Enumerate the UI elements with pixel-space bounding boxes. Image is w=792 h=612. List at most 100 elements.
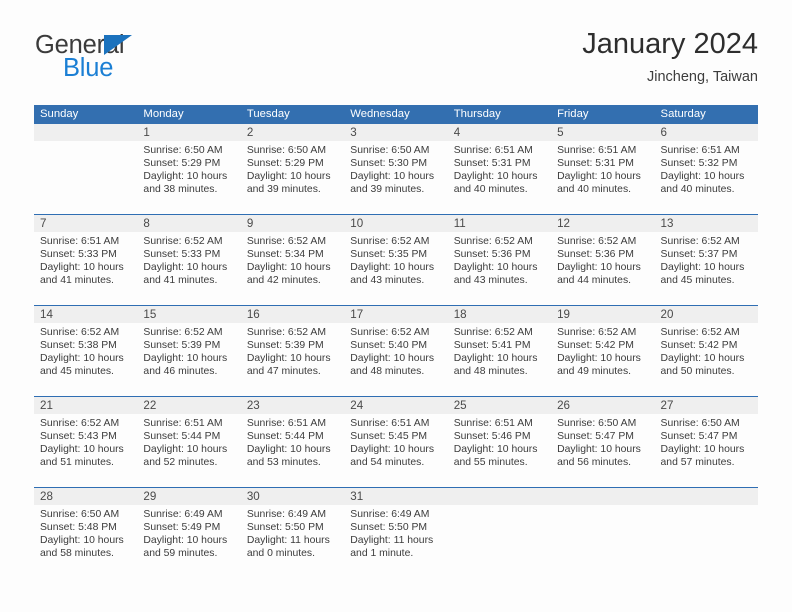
daylight-text-line2: and 39 minutes. <box>246 184 321 196</box>
day-cell[interactable] <box>447 488 552 574</box>
day-number: 3 <box>344 124 448 141</box>
daylight-text-line2: and 40 minutes. <box>660 184 735 196</box>
day-number: 6 <box>654 124 758 141</box>
day-number: 9 <box>240 215 345 232</box>
day-cell[interactable]: 22 Sunrise: 6:51 AM Sunset: 5:44 PM Dayl… <box>137 397 241 487</box>
sunrise-text: Sunrise: 6:52 AM <box>350 236 430 247</box>
sunset-text: Sunset: 5:35 PM <box>350 249 428 261</box>
day-cell[interactable]: 30 Sunrise: 6:49 AM Sunset: 5:50 PM Dayl… <box>240 488 345 574</box>
daylight-text-line2: and 44 minutes. <box>557 275 632 287</box>
day-number: 30 <box>240 488 345 505</box>
day-details <box>448 505 551 508</box>
day-cell[interactable]: 21 Sunrise: 6:52 AM Sunset: 5:43 PM Dayl… <box>34 397 138 487</box>
calendar-page: General Blue January 2024 Jincheng, Taiw… <box>0 0 792 612</box>
day-cell[interactable]: 31 Sunrise: 6:49 AM Sunset: 5:50 PM Dayl… <box>344 488 448 574</box>
day-cell[interactable]: 24 Sunrise: 6:51 AM Sunset: 5:45 PM Dayl… <box>344 397 448 487</box>
daylight-text-line1: Daylight: 10 hours <box>350 262 435 274</box>
day-cell[interactable] <box>34 124 138 214</box>
daylight-text-line2: and 43 minutes. <box>350 275 425 287</box>
sunrise-text: Sunrise: 6:51 AM <box>557 145 637 156</box>
day-cell[interactable]: 25 Sunrise: 6:51 AM Sunset: 5:46 PM Dayl… <box>447 397 552 487</box>
sunrise-text: Sunrise: 6:52 AM <box>40 418 120 429</box>
day-details <box>34 141 137 144</box>
day-cell[interactable]: 7 Sunrise: 6:51 AM Sunset: 5:33 PM Dayli… <box>34 215 138 305</box>
day-cell[interactable]: 5 Sunrise: 6:51 AM Sunset: 5:31 PM Dayli… <box>551 124 655 214</box>
sunset-text: Sunset: 5:39 PM <box>246 340 324 352</box>
sunrise-text: Sunrise: 6:50 AM <box>40 509 120 520</box>
daylight-text-line1: Daylight: 10 hours <box>143 353 228 365</box>
sunset-text: Sunset: 5:48 PM <box>40 522 117 534</box>
day-number: 29 <box>137 488 241 505</box>
daylight-text-line1: Daylight: 10 hours <box>246 262 331 274</box>
day-details: Sunrise: 6:52 AM Sunset: 5:35 PM Dayligh… <box>344 232 447 287</box>
day-cell[interactable] <box>551 488 655 574</box>
day-details: Sunrise: 6:52 AM Sunset: 5:34 PM Dayligh… <box>241 232 344 287</box>
sunrise-text: Sunrise: 6:49 AM <box>143 509 223 520</box>
sunrise-text: Sunrise: 6:50 AM <box>246 145 326 156</box>
day-number: 17 <box>344 306 448 323</box>
daylight-text-line1: Daylight: 10 hours <box>453 171 538 183</box>
sunrise-text: Sunrise: 6:52 AM <box>453 236 533 247</box>
day-cell[interactable]: 9 Sunrise: 6:52 AM Sunset: 5:34 PM Dayli… <box>240 215 345 305</box>
sunset-text: Sunset: 5:41 PM <box>453 340 531 352</box>
day-details: Sunrise: 6:50 AM Sunset: 5:47 PM Dayligh… <box>551 414 654 469</box>
day-cell[interactable]: 11 Sunrise: 6:52 AM Sunset: 5:36 PM Dayl… <box>447 215 552 305</box>
day-details <box>655 505 758 508</box>
day-cell[interactable]: 4 Sunrise: 6:51 AM Sunset: 5:31 PM Dayli… <box>447 124 552 214</box>
sunset-text: Sunset: 5:29 PM <box>246 158 324 170</box>
day-cell[interactable]: 23 Sunrise: 6:51 AM Sunset: 5:44 PM Dayl… <box>240 397 345 487</box>
day-details: Sunrise: 6:52 AM Sunset: 5:39 PM Dayligh… <box>137 323 240 378</box>
day-cell[interactable]: 2 Sunrise: 6:50 AM Sunset: 5:29 PM Dayli… <box>240 124 345 214</box>
day-details: Sunrise: 6:52 AM Sunset: 5:33 PM Dayligh… <box>137 232 240 287</box>
sunrise-text: Sunrise: 6:52 AM <box>40 327 120 338</box>
generalblue-logo: General Blue <box>35 32 215 85</box>
day-number: 23 <box>240 397 345 414</box>
day-cell[interactable]: 6 Sunrise: 6:51 AM Sunset: 5:32 PM Dayli… <box>654 124 758 214</box>
week-row: 1 Sunrise: 6:50 AM Sunset: 5:29 PM Dayli… <box>34 124 758 214</box>
sunrise-text: Sunrise: 6:52 AM <box>246 327 326 338</box>
sunrise-text: Sunrise: 6:50 AM <box>557 418 637 429</box>
daylight-text-line1: Daylight: 10 hours <box>143 262 228 274</box>
day-cell[interactable]: 27 Sunrise: 6:50 AM Sunset: 5:47 PM Dayl… <box>654 397 758 487</box>
sunset-text: Sunset: 5:47 PM <box>660 431 738 443</box>
daylight-text-line1: Daylight: 10 hours <box>660 171 745 183</box>
sunrise-text: Sunrise: 6:52 AM <box>660 236 740 247</box>
sunset-text: Sunset: 5:44 PM <box>143 431 221 443</box>
day-cell[interactable]: 18 Sunrise: 6:52 AM Sunset: 5:41 PM Dayl… <box>447 306 552 396</box>
daylight-text-line1: Daylight: 10 hours <box>350 353 435 365</box>
calendar-grid: Sunday Monday Tuesday Wednesday Thursday… <box>34 105 758 574</box>
daylight-text-line2: and 56 minutes. <box>557 457 632 469</box>
daylight-text-line1: Daylight: 11 hours <box>246 535 330 547</box>
day-cell[interactable]: 28 Sunrise: 6:50 AM Sunset: 5:48 PM Dayl… <box>34 488 138 574</box>
sunset-text: Sunset: 5:30 PM <box>350 158 428 170</box>
sunset-text: Sunset: 5:50 PM <box>350 522 428 534</box>
day-number: 24 <box>344 397 448 414</box>
day-details: Sunrise: 6:52 AM Sunset: 5:39 PM Dayligh… <box>241 323 344 378</box>
day-details: Sunrise: 6:50 AM Sunset: 5:48 PM Dayligh… <box>34 505 137 560</box>
day-cell[interactable]: 13 Sunrise: 6:52 AM Sunset: 5:37 PM Dayl… <box>654 215 758 305</box>
day-cell[interactable]: 15 Sunrise: 6:52 AM Sunset: 5:39 PM Dayl… <box>137 306 241 396</box>
day-cell[interactable]: 10 Sunrise: 6:52 AM Sunset: 5:35 PM Dayl… <box>344 215 448 305</box>
day-cell[interactable]: 20 Sunrise: 6:52 AM Sunset: 5:42 PM Dayl… <box>654 306 758 396</box>
day-number: 4 <box>447 124 552 141</box>
day-cell[interactable]: 8 Sunrise: 6:52 AM Sunset: 5:33 PM Dayli… <box>137 215 241 305</box>
daylight-text-line1: Daylight: 10 hours <box>350 444 435 456</box>
day-cell[interactable]: 19 Sunrise: 6:52 AM Sunset: 5:42 PM Dayl… <box>551 306 655 396</box>
day-cell[interactable]: 1 Sunrise: 6:50 AM Sunset: 5:29 PM Dayli… <box>137 124 241 214</box>
sunrise-text: Sunrise: 6:49 AM <box>246 509 326 520</box>
daylight-text-line1: Daylight: 11 hours <box>350 535 434 547</box>
sunset-text: Sunset: 5:49 PM <box>143 522 221 534</box>
day-cell[interactable]: 17 Sunrise: 6:52 AM Sunset: 5:40 PM Dayl… <box>344 306 448 396</box>
day-details: Sunrise: 6:52 AM Sunset: 5:43 PM Dayligh… <box>34 414 137 469</box>
day-cell[interactable] <box>654 488 758 574</box>
title-block: January 2024 Jincheng, Taiwan <box>582 28 758 87</box>
week-row: 21 Sunrise: 6:52 AM Sunset: 5:43 PM Dayl… <box>34 396 758 487</box>
day-cell[interactable]: 12 Sunrise: 6:52 AM Sunset: 5:36 PM Dayl… <box>551 215 655 305</box>
day-cell[interactable]: 29 Sunrise: 6:49 AM Sunset: 5:49 PM Dayl… <box>137 488 241 574</box>
weekday-header-friday: Friday <box>557 108 589 120</box>
day-cell[interactable]: 3 Sunrise: 6:50 AM Sunset: 5:30 PM Dayli… <box>344 124 448 214</box>
day-cell[interactable]: 16 Sunrise: 6:52 AM Sunset: 5:39 PM Dayl… <box>240 306 345 396</box>
sunset-text: Sunset: 5:32 PM <box>660 158 738 170</box>
day-cell[interactable]: 14 Sunrise: 6:52 AM Sunset: 5:38 PM Dayl… <box>34 306 138 396</box>
day-cell[interactable]: 26 Sunrise: 6:50 AM Sunset: 5:47 PM Dayl… <box>551 397 655 487</box>
